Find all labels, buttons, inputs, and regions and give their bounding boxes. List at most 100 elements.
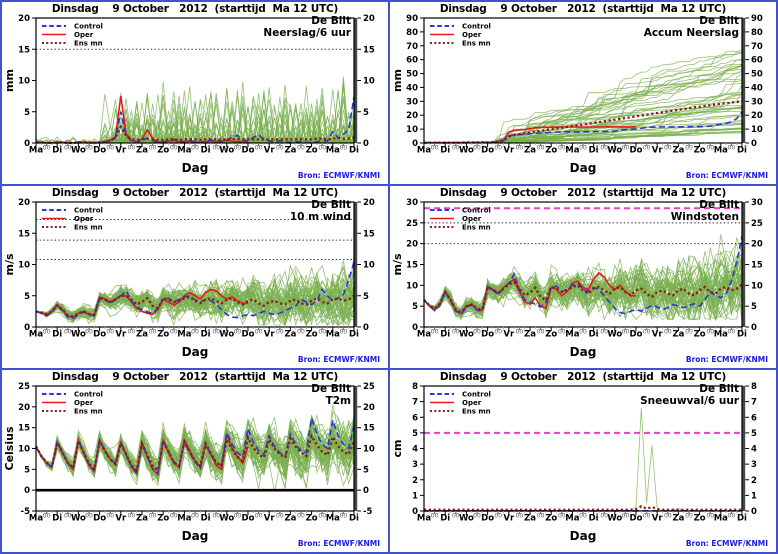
svg-text:Za: Za <box>672 330 684 340</box>
svg-text:Zo: Zo <box>694 514 706 524</box>
svg-text:Vr: Vr <box>652 514 664 524</box>
svg-text:80: 80 <box>751 28 763 38</box>
svg-text:Zo: Zo <box>545 514 557 524</box>
variable-label: Accum Neerslag <box>643 27 739 39</box>
svg-text:00: 00 <box>452 513 460 520</box>
svg-text:Ma: Ma <box>29 514 43 524</box>
svg-text:5: 5 <box>24 292 30 302</box>
svg-text:0: 0 <box>751 323 757 333</box>
svg-text:Ens mn: Ens mn <box>462 40 491 48</box>
svg-text:00: 00 <box>149 145 157 152</box>
svg-text:Di: Di <box>201 514 211 524</box>
svg-text:Do: Do <box>93 514 106 524</box>
svg-text:8: 8 <box>412 382 418 392</box>
source-name: ECMWF/KNMI <box>323 355 380 364</box>
svg-text:Ma: Ma <box>417 330 431 340</box>
source-name: ECMWF/KNMI <box>323 539 380 548</box>
svg-text:00: 00 <box>149 513 157 520</box>
svg-text:00: 00 <box>170 145 178 152</box>
svg-text:Di: Di <box>737 514 747 524</box>
svg-text:40: 40 <box>751 83 763 93</box>
svg-text:10: 10 <box>406 125 418 135</box>
svg-text:Vr: Vr <box>115 514 127 524</box>
svg-text:mm: mm <box>3 69 16 92</box>
svg-text:5: 5 <box>363 108 369 118</box>
svg-text:00: 00 <box>297 145 305 152</box>
svg-text:20: 20 <box>406 111 418 121</box>
svg-text:00: 00 <box>318 513 326 520</box>
svg-text:4: 4 <box>751 445 757 455</box>
svg-text:00: 00 <box>494 145 502 152</box>
svg-text:00: 00 <box>234 329 242 336</box>
svg-text:5: 5 <box>24 465 30 475</box>
svg-text:Vr: Vr <box>264 146 276 156</box>
svg-text:00: 00 <box>664 145 672 152</box>
svg-text:00: 00 <box>318 145 326 152</box>
svg-text:40: 40 <box>406 83 418 93</box>
svg-text:Oper: Oper <box>74 31 94 39</box>
svg-text:Ma: Ma <box>714 514 728 524</box>
svg-text:Do: Do <box>93 330 106 340</box>
svg-text:20: 20 <box>363 14 375 24</box>
svg-text:Wo: Wo <box>71 330 86 340</box>
svg-text:00: 00 <box>43 145 51 152</box>
svg-text:00: 00 <box>706 513 714 520</box>
svg-text:Za: Za <box>524 330 536 340</box>
svg-text:Di: Di <box>52 514 62 524</box>
source-prefix: Bron: <box>297 171 321 180</box>
svg-text:Za: Za <box>672 146 684 156</box>
svg-text:cm: cm <box>391 440 404 458</box>
svg-text:Ma: Ma <box>326 330 340 340</box>
svg-text:Ma: Ma <box>417 514 431 524</box>
svg-text:10: 10 <box>363 77 375 87</box>
svg-text:Oper: Oper <box>462 31 482 39</box>
panel-wind-10m: 0 0 5 5 10 10 15 15 20 20 Ma Di Wo Do Vr Za Zo Ma Di Wo Do Vr… <box>2 186 388 368</box>
svg-text:7: 7 <box>412 398 418 408</box>
station-label: De Bilt <box>699 383 739 395</box>
panel-title: Dinsdag 9 October 2012 (starttijd Ma 12 … <box>51 187 339 199</box>
svg-text:00: 00 <box>64 329 72 336</box>
svg-text:00: 00 <box>85 145 93 152</box>
svg-text:20: 20 <box>18 198 30 208</box>
panel-t2m: -5 -5 0 0 5 5 10 10 15 15 20 20 25 25 Ma Di Wo Do Vr Za Zo Ma… <box>2 370 388 552</box>
svg-text:Control: Control <box>462 23 491 31</box>
svg-text:00: 00 <box>191 145 199 152</box>
svg-text:00: 00 <box>516 329 524 336</box>
svg-text:90: 90 <box>406 14 418 24</box>
svg-text:Di: Di <box>349 330 359 340</box>
svg-text:Vr: Vr <box>503 146 515 156</box>
svg-text:Wo: Wo <box>607 146 622 156</box>
svg-text:10: 10 <box>406 281 418 291</box>
svg-text:Do: Do <box>93 146 106 156</box>
svg-text:Za: Za <box>524 146 536 156</box>
svg-text:4: 4 <box>412 445 418 455</box>
svg-text:00: 00 <box>664 513 672 520</box>
svg-text:6: 6 <box>751 413 757 423</box>
svg-text:00: 00 <box>728 513 736 520</box>
svg-text:Di: Di <box>349 514 359 524</box>
svg-text:00: 00 <box>494 513 502 520</box>
svg-text:00: 00 <box>664 329 672 336</box>
svg-text:00: 00 <box>494 329 502 336</box>
panel-title: Dinsdag 9 October 2012 (starttijd Ma 12 … <box>439 187 727 199</box>
svg-text:Wo: Wo <box>607 514 622 524</box>
svg-text:25: 25 <box>406 219 418 229</box>
svg-text:Di: Di <box>52 330 62 340</box>
svg-text:00: 00 <box>643 513 651 520</box>
svg-text:Zo: Zo <box>545 146 557 156</box>
svg-text:Za: Za <box>284 514 296 524</box>
svg-text:Vr: Vr <box>115 146 127 156</box>
svg-text:Do: Do <box>630 514 643 524</box>
svg-text:5: 5 <box>751 429 757 439</box>
svg-text:00: 00 <box>516 513 524 520</box>
svg-text:00: 00 <box>600 329 608 336</box>
svg-text:00: 00 <box>340 329 348 336</box>
svg-text:Di: Di <box>737 146 747 156</box>
svg-text:3: 3 <box>751 460 757 470</box>
source-credit: Bron: ECMWF/KNMI <box>686 355 768 364</box>
source-prefix: Bron: <box>685 171 709 180</box>
svg-text:0: 0 <box>751 139 757 149</box>
svg-text:5: 5 <box>412 429 418 439</box>
svg-text:Di: Di <box>440 330 450 340</box>
svg-text:00: 00 <box>170 513 178 520</box>
